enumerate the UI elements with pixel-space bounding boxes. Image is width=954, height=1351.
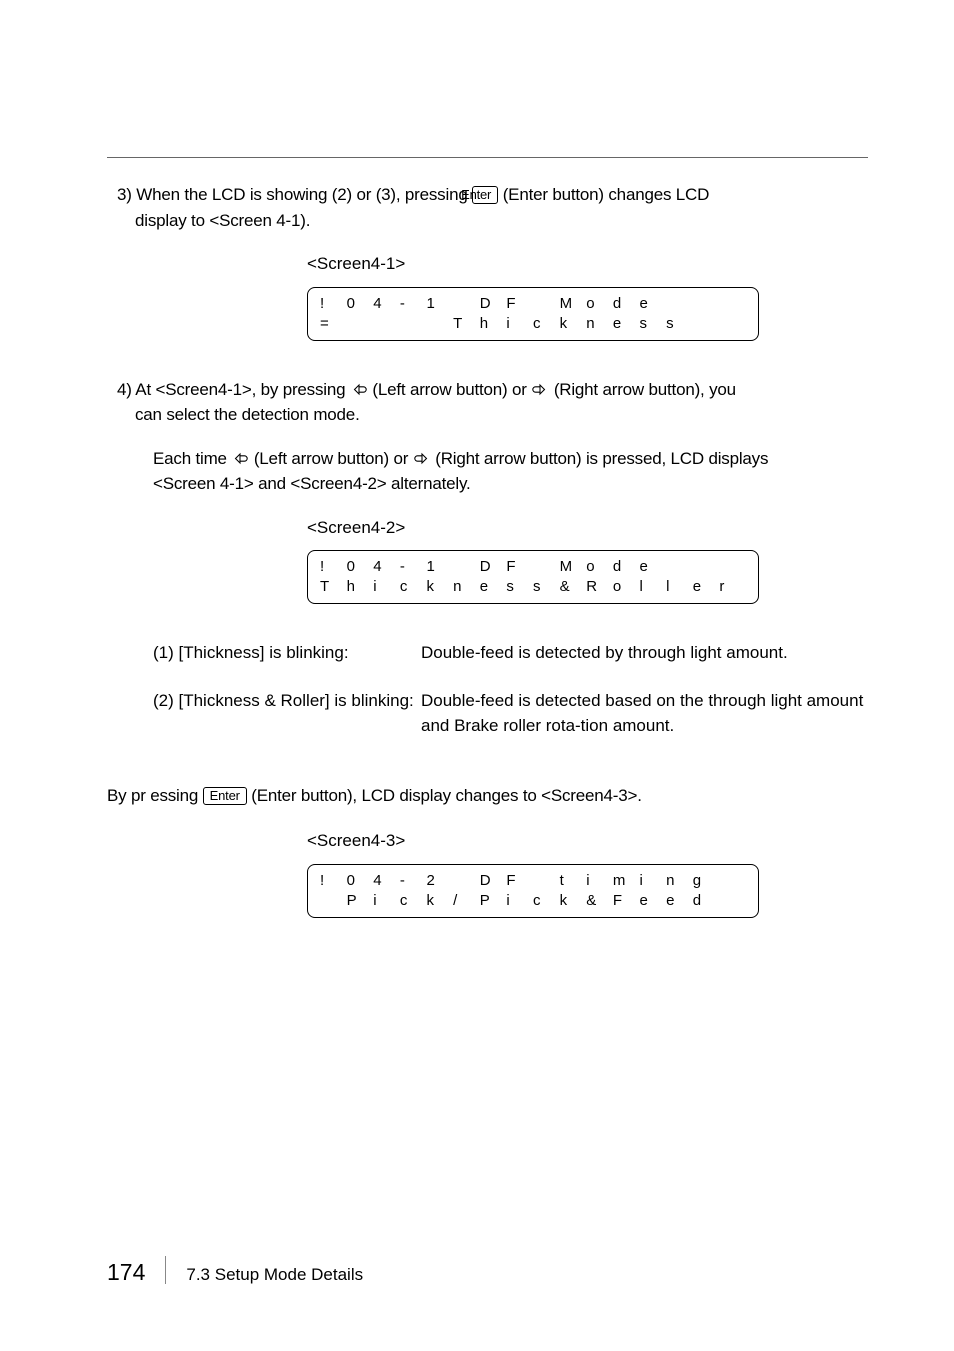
step-4-text: 4) At <Screen4-1>, by pressing (Left arr… bbox=[107, 377, 868, 428]
enter-key-icon: Enter bbox=[203, 787, 247, 805]
right-arrow-icon bbox=[413, 452, 431, 465]
definition-row-1: (1) [Thickness] is blinking: Double-feed… bbox=[153, 640, 873, 666]
definition-row-2: (2) [Thickness & Roller] is blinking: Do… bbox=[153, 688, 873, 739]
step4-line1-prefix: 4) At <Screen4-1>, by pressing bbox=[117, 380, 350, 399]
step3-line1-prefix: 3) When the LCD is showing (2) or (3), p… bbox=[117, 185, 472, 204]
section-title: 7.3 Setup Mode Details bbox=[186, 1262, 363, 1288]
screen-4-2-label: <Screen4-2> bbox=[307, 515, 868, 541]
lcd-screen-4-3: ! 0 4 - 2 D F t i m i n g P i c k / P i … bbox=[307, 864, 759, 918]
enter-key-icon: Enter bbox=[472, 186, 498, 204]
page-footer: 174 7.3 Setup Mode Details bbox=[107, 1252, 363, 1290]
left-arrow-icon bbox=[231, 452, 249, 465]
step-4-body: Each time (Left arrow button) or (Right … bbox=[107, 446, 868, 497]
def-term: (1) [Thickness] is blinking: bbox=[153, 640, 421, 666]
left-arrow-icon bbox=[350, 383, 368, 396]
page-number: 174 bbox=[107, 1255, 145, 1290]
lcd-row: ! 0 4 - 1 D F M o d e bbox=[320, 294, 746, 314]
step3-line1-suffix: (Enter button) changes LCD bbox=[503, 185, 709, 204]
lcd-row: = T h i c k n e s s bbox=[320, 314, 746, 334]
def-description: Double-feed is detected based on the thr… bbox=[421, 688, 873, 739]
step3-line2: display to <Screen 4-1). bbox=[135, 211, 310, 230]
right-arrow-icon bbox=[531, 383, 549, 396]
screen-4-1-label: <Screen4-1> bbox=[307, 251, 868, 277]
lcd-row: P i c k / P i c k & F e e d bbox=[320, 891, 746, 911]
def-term: (2) [Thickness & Roller] is blinking: bbox=[153, 688, 421, 714]
footer-separator bbox=[165, 1256, 166, 1284]
page-body: 3) When the LCD is showing (2) or (3), p… bbox=[107, 157, 868, 954]
lcd-row: ! 0 4 - 1 D F M o d e bbox=[320, 557, 746, 577]
lcd-row: ! 0 4 - 2 D F t i m i n g bbox=[320, 871, 746, 891]
lcd-screen-4-1: ! 0 4 - 1 D F M o d e = T h i c bbox=[307, 287, 759, 341]
step-3-text: 3) When the LCD is showing (2) or (3), p… bbox=[107, 182, 868, 233]
lcd-screen-4-2: ! 0 4 - 1 D F M o d e T h i c k n e s s bbox=[307, 550, 759, 604]
def-description: Double-feed is detected by through light… bbox=[421, 640, 873, 666]
definitions: (1) [Thickness] is blinking: Double-feed… bbox=[153, 640, 873, 739]
lcd-row: T h i c k n e s s & R o l l e r bbox=[320, 577, 746, 597]
top-divider bbox=[107, 157, 868, 158]
closing-text: By pr essing Enter (Enter button), LCD d… bbox=[107, 783, 868, 809]
screen-4-3-label: <Screen4-3> bbox=[307, 828, 868, 854]
